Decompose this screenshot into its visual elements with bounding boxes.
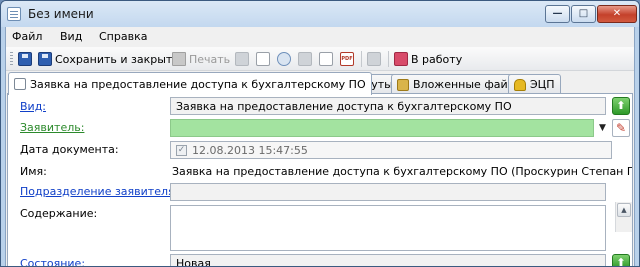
tab-request[interactable]: Заявка на предоставление доступа к бухга…	[8, 72, 372, 95]
floppy-disk-icon	[18, 52, 32, 66]
attachment-icon	[397, 78, 409, 91]
document-copy-icon	[256, 52, 270, 66]
pencil-icon	[235, 52, 249, 66]
toolbar: Сохранить и закрыть Печать PDF В работу	[6, 47, 634, 71]
print-button[interactable]: Печать	[172, 51, 230, 67]
books-icon	[394, 52, 408, 66]
edit-applicant-button[interactable]: ✎	[612, 119, 630, 137]
save-close-label: Сохранить и закрыть	[55, 52, 179, 66]
name-value: Заявка на предоставление доступа к бухга…	[172, 164, 632, 178]
document-app-icon	[7, 7, 21, 21]
menu-view[interactable]: Вид	[60, 30, 82, 43]
title-bar[interactable]: Без имени — □ ✕	[1, 1, 639, 27]
applicant-label-link[interactable]: Заявитель:	[20, 121, 84, 134]
lock-icon	[514, 78, 526, 91]
attach-button[interactable]	[298, 51, 315, 67]
doc-date-value: 12.08.2013 15:47:55	[192, 143, 308, 157]
sign-button[interactable]	[367, 51, 384, 67]
menu-bar: Файл Вид Справка	[6, 27, 634, 47]
tab-signature-label: ЭЦП	[530, 78, 555, 91]
close-button[interactable]: ✕	[597, 5, 637, 23]
printer-icon	[172, 52, 186, 66]
department-field[interactable]	[170, 183, 606, 201]
copy-button[interactable]	[256, 51, 273, 67]
tab-signature[interactable]: ЭЦП	[508, 74, 561, 94]
document-icon	[14, 78, 26, 90]
type-field[interactable]: Заявка на предоставление доступа к бухга…	[170, 97, 606, 115]
to-work-label: В работу	[411, 52, 463, 66]
content-label: Содержание:	[20, 207, 98, 220]
open-state-button[interactable]: ⬆	[612, 254, 630, 266]
applicant-dropdown-arrow[interactable]: ▼	[599, 123, 606, 133]
doc-date-field[interactable]: ✓ 12.08.2013 15:47:55	[170, 141, 612, 159]
tab-request-label: Заявка на предоставление доступа к бухга…	[30, 77, 366, 91]
content-textarea[interactable]	[170, 205, 606, 251]
doc-date-checkbox[interactable]: ✓	[176, 144, 187, 156]
scroll-up-icon[interactable]: ▲	[617, 203, 631, 217]
type-label-link[interactable]: Вид:	[20, 100, 46, 113]
tab-attachments-label: Вложенные файлы	[413, 78, 524, 91]
floppy-close-icon	[38, 52, 52, 66]
menu-help[interactable]: Справка	[99, 30, 147, 43]
client-area: Файл Вид Справка Сохранить и закрыть Печ…	[5, 27, 635, 266]
doc-date-label: Дата документа:	[20, 143, 119, 156]
applicant-field[interactable]	[170, 119, 594, 137]
save-button[interactable]	[18, 51, 35, 67]
form-scrollbar[interactable]: ▲	[615, 202, 632, 232]
open-type-button[interactable]: ⬆	[612, 97, 630, 115]
pdf-icon: PDF	[340, 52, 354, 66]
form-panel: Вид: Заявка на предоставление доступа к …	[7, 93, 633, 266]
window-title: Без имени	[28, 7, 94, 21]
name-label: Имя:	[20, 165, 47, 178]
toolbar-separator	[361, 51, 362, 67]
tab-strip: Заявка на предоставление доступа к бухга…	[6, 72, 634, 95]
to-work-button[interactable]: В работу	[394, 51, 462, 67]
minimize-button[interactable]: —	[545, 5, 570, 23]
print-label: Печать	[189, 52, 231, 66]
pdf-button[interactable]: PDF	[340, 51, 357, 67]
edit-button[interactable]	[235, 51, 252, 67]
toolbar-grip[interactable]	[10, 52, 13, 66]
state-label-link[interactable]: Состояние:	[20, 257, 85, 266]
toolbar-separator	[388, 51, 389, 67]
clock-icon	[277, 52, 291, 66]
paperclip-icon	[298, 52, 312, 66]
state-field[interactable]: Новая	[170, 254, 606, 266]
signature-icon	[367, 52, 381, 66]
menu-file[interactable]: Файл	[12, 30, 42, 43]
department-label-link[interactable]: Подразделение заявителя:	[20, 185, 178, 198]
history-button[interactable]	[277, 51, 294, 67]
save-close-button[interactable]: Сохранить и закрыть	[38, 51, 179, 67]
document-window: Без имени — □ ✕ Файл Вид Справка Сохрани…	[0, 0, 640, 267]
maximize-button[interactable]: □	[571, 5, 596, 23]
report-icon	[319, 52, 333, 66]
report-button[interactable]	[319, 51, 336, 67]
